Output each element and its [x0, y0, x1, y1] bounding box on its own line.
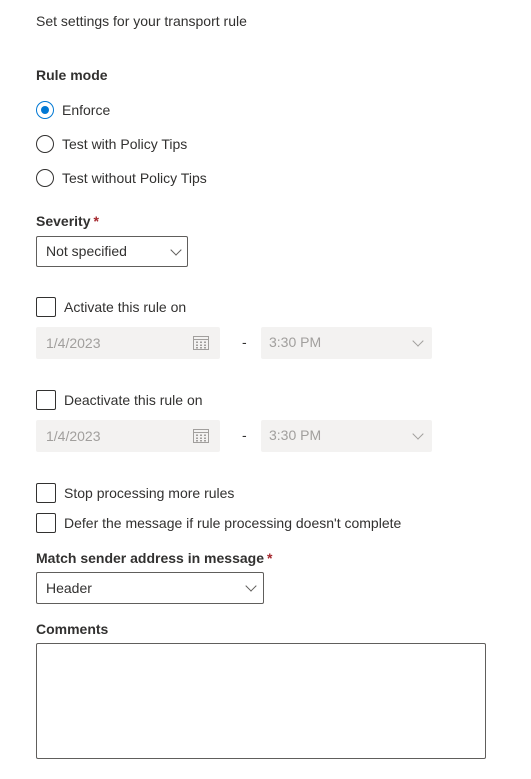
radio-enforce-label: Enforce — [62, 102, 111, 118]
calendar-icon — [193, 336, 209, 350]
deactivate-label: Deactivate this rule on — [64, 392, 203, 408]
activate-date-value: 1/4/2023 — [46, 335, 101, 351]
radio-enforce[interactable]: Enforce — [36, 101, 216, 121]
rule-mode-label: Rule mode — [36, 67, 108, 83]
chevron-down-icon — [170, 244, 182, 256]
chevron-down-icon — [245, 580, 257, 592]
calendar-icon — [193, 429, 209, 443]
comments-label: Comments — [36, 621, 109, 637]
deactivate-checkbox[interactable] — [36, 390, 56, 410]
defer-message-label: Defer the message if rule processing doe… — [64, 515, 402, 531]
radio-test-with-policy-tips-label: Test with Policy Tips — [62, 136, 188, 152]
match-sender-dropdown[interactable]: Header — [36, 572, 264, 604]
deactivate-date-picker[interactable]: 1/4/2023 — [36, 420, 220, 452]
severity-label: Severity * — [36, 212, 99, 230]
radio-test-with-policy-tips[interactable]: Test with Policy Tips — [36, 135, 216, 155]
radio-test-without-policy-tips-control[interactable] — [36, 169, 54, 187]
chevron-down-icon — [412, 335, 424, 347]
radio-test-with-policy-tips-control[interactable] — [36, 135, 54, 153]
activate-checkbox[interactable] — [36, 297, 56, 317]
deactivate-separator: - — [242, 427, 247, 443]
match-sender-label: Match sender address in message * — [36, 549, 272, 567]
required-marker: * — [93, 213, 99, 229]
activate-date-picker[interactable]: 1/4/2023 — [36, 327, 220, 359]
activate-time-value: 3:30 PM — [269, 334, 322, 350]
severity-dropdown[interactable]: Not specified — [36, 236, 188, 267]
stop-processing-label: Stop processing more rules — [64, 485, 235, 501]
stop-processing-checkbox[interactable] — [36, 483, 56, 503]
severity-label-text: Severity — [36, 213, 91, 229]
radio-test-without-policy-tips-label: Test without Policy Tips — [62, 170, 207, 186]
radio-test-without-policy-tips[interactable]: Test without Policy Tips — [36, 169, 226, 189]
activate-label: Activate this rule on — [64, 299, 187, 315]
comments-textarea[interactable] — [36, 643, 486, 759]
chevron-down-icon — [412, 428, 424, 440]
defer-message-checkbox[interactable] — [36, 513, 56, 533]
activate-separator: - — [242, 334, 247, 350]
deactivate-time-dropdown[interactable]: 3:30 PM — [261, 420, 432, 452]
activate-time-dropdown[interactable]: 3:30 PM — [261, 327, 432, 359]
required-marker: * — [267, 550, 273, 566]
match-sender-label-text: Match sender address in message — [36, 550, 264, 566]
severity-value: Not specified — [46, 243, 127, 259]
radio-enforce-control[interactable] — [36, 101, 54, 119]
deactivate-time-value: 3:30 PM — [269, 427, 322, 443]
match-sender-value: Header — [46, 580, 92, 596]
intro-text: Set settings for your transport rule — [36, 13, 247, 29]
deactivate-date-value: 1/4/2023 — [46, 428, 101, 444]
